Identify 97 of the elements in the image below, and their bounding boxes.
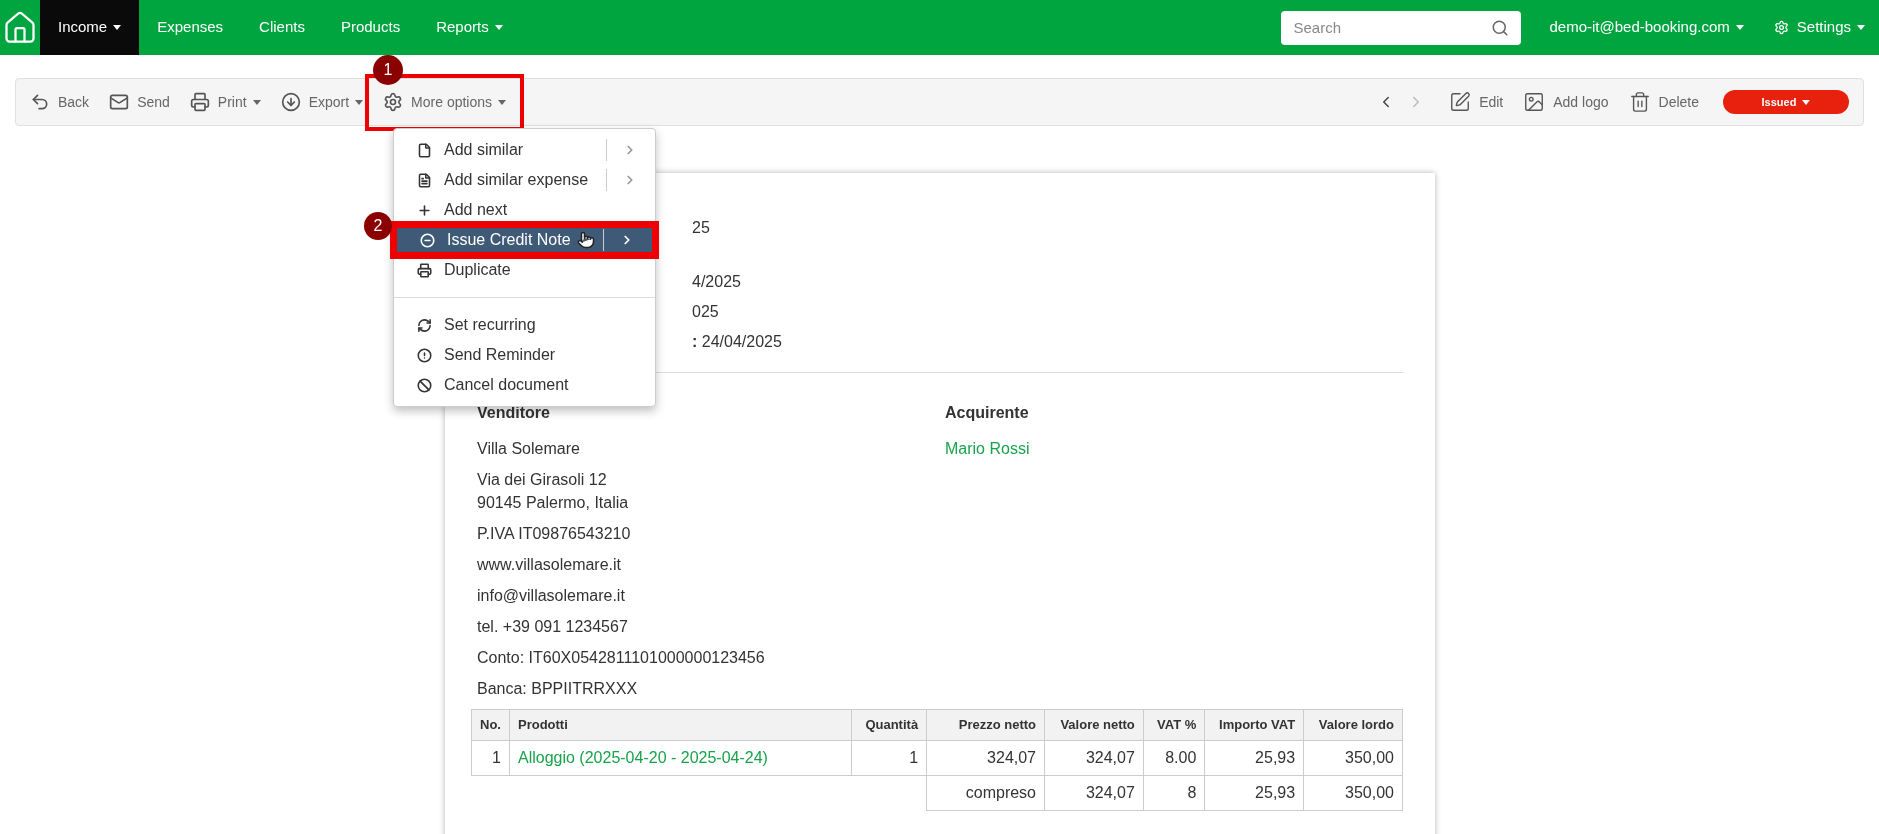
alert-circle-icon: [417, 347, 432, 363]
column-header: Valore netto: [1044, 709, 1144, 741]
nav-tab[interactable]: Clients: [241, 0, 323, 55]
menu-item-label: Add similar expense: [444, 170, 590, 190]
table-cell: 1: [471, 740, 510, 776]
caret-icon: [1857, 25, 1865, 30]
hand-cursor-icon: [577, 230, 595, 250]
printer-icon: [189, 92, 210, 112]
menu-item-label: Duplicate: [444, 260, 512, 280]
trash-icon: [1628, 91, 1651, 113]
column-header: Quantità: [851, 709, 927, 741]
gear-icon: [1773, 20, 1789, 35]
step-badge: 2: [364, 212, 392, 240]
product-link[interactable]: Alloggio (2025-04-20 - 2025-04-24): [509, 740, 852, 776]
toolbar-button[interactable]: Send: [109, 91, 170, 113]
seller-detail: Conto: IT60X0542811101000000123456: [477, 648, 766, 668]
caret-icon: [355, 99, 364, 105]
caret-icon: [1735, 25, 1744, 30]
document-detail: 025: [692, 302, 720, 322]
menu-item-label: Set recurring: [444, 315, 537, 335]
seller-detail: www.villasolemare.it: [477, 555, 623, 575]
envelope-icon: [109, 92, 130, 112]
menu-item[interactable]: Send Reminder: [394, 340, 655, 370]
toolbar-button[interactable]: Export: [280, 91, 364, 113]
toolbar-button[interactable]: More options: [383, 91, 507, 113]
nav-tab[interactable]: Income: [40, 0, 140, 55]
menu-item[interactable]: Add similar expense: [394, 165, 655, 195]
column-header: Importo VAT: [1204, 709, 1304, 741]
table-cell: 8: [1143, 775, 1205, 811]
document-icon: [417, 142, 432, 158]
seller-detail: Villa Solemare: [477, 439, 581, 459]
toolbar-button[interactable]: Delete: [1628, 91, 1699, 113]
table-cell: 8.00: [1143, 740, 1205, 776]
table-cell: 25,93: [1204, 740, 1304, 776]
column-header: Prezzo netto: [926, 709, 1045, 741]
table-cell: compreso: [926, 775, 1045, 811]
settings-menu[interactable]: Settings: [1773, 16, 1865, 39]
toolbar-button[interactable]: Edit: [1449, 91, 1504, 113]
table-cell: 350,00: [1303, 775, 1403, 811]
document-detail: : 24/04/2025: [692, 332, 783, 352]
menu-item[interactable]: Add next: [394, 195, 655, 225]
gear-icon: [383, 92, 404, 112]
image-icon: [1523, 91, 1546, 113]
caret-icon: [252, 99, 261, 105]
ban-icon: [417, 377, 432, 393]
toolbar-button[interactable]: Print: [189, 91, 261, 113]
step-badge: 1: [373, 55, 403, 85]
caret-icon: [498, 99, 507, 105]
minus-circle-icon: [420, 232, 435, 248]
search-icon[interactable]: [1491, 18, 1510, 37]
buyer-heading: Acquirente: [945, 403, 1030, 423]
toolbar-button[interactable]: Add logo: [1523, 91, 1609, 113]
table-cell: 1: [851, 740, 927, 776]
menu-item-label: Add next: [444, 200, 509, 220]
table-cell: 324,07: [926, 740, 1045, 776]
toolbar-button[interactable]: Back: [30, 91, 90, 113]
table-cell: 324,07: [1044, 740, 1144, 776]
refresh-icon: [417, 317, 432, 333]
menu-item-label: Add similar: [444, 140, 525, 160]
menu-item-label: Cancel document: [444, 375, 570, 395]
seller-detail: info@villasolemare.it: [477, 586, 626, 606]
seller-detail: P.IVA IT09876543210: [477, 524, 632, 544]
menu-item[interactable]: Duplicate: [394, 255, 655, 285]
column-header: VAT %: [1143, 709, 1205, 741]
seller-detail: tel. +39 091 1234567: [477, 617, 629, 637]
table-cell: 25,93: [1204, 775, 1304, 811]
menu-item[interactable]: Set recurring: [394, 310, 655, 340]
printer-icon: [417, 262, 432, 278]
buyer-name[interactable]: Mario Rossi: [945, 437, 1030, 460]
plus-icon: [417, 202, 432, 218]
seller-heading: Venditore: [477, 403, 551, 423]
seller-detail: Via dei Girasoli 12 90145 Palermo, Italia: [477, 470, 630, 513]
caret-icon: [1802, 99, 1811, 105]
download-circle-icon: [280, 92, 301, 112]
nav-tab[interactable]: Products: [322, 0, 419, 55]
filled-document-icon: [417, 172, 432, 188]
account-menu[interactable]: demo-it@bed-booking.com: [1549, 16, 1744, 39]
search-field[interactable]: Search: [1281, 10, 1522, 45]
column-header: No.: [471, 709, 510, 741]
status-dropdown[interactable]: Issued: [1723, 90, 1849, 114]
nav-tab[interactable]: Reports: [418, 0, 521, 55]
seller-detail: Banca: BPPIITRRXXX: [477, 679, 639, 699]
menu-item[interactable]: Add similar: [394, 135, 655, 165]
menu-item[interactable]: Cancel document: [394, 370, 655, 400]
caret-icon: [113, 25, 122, 30]
menu-item-label: Issue Credit Note: [447, 230, 572, 250]
table-cell: 324,07: [1044, 775, 1144, 811]
pencil-square-icon: [1449, 91, 1472, 113]
column-header: Valore lordo: [1303, 709, 1403, 741]
caret-icon: [494, 25, 503, 30]
menu-item-label: Send Reminder: [444, 345, 557, 365]
back-arrow-icon: [30, 92, 50, 112]
document-detail: 4/2025: [692, 272, 742, 292]
table-cell: 350,00: [1303, 740, 1403, 776]
document-detail: 25: [692, 218, 711, 238]
column-header: Prodotti: [509, 709, 852, 741]
nav-tab[interactable]: Expenses: [139, 0, 242, 55]
